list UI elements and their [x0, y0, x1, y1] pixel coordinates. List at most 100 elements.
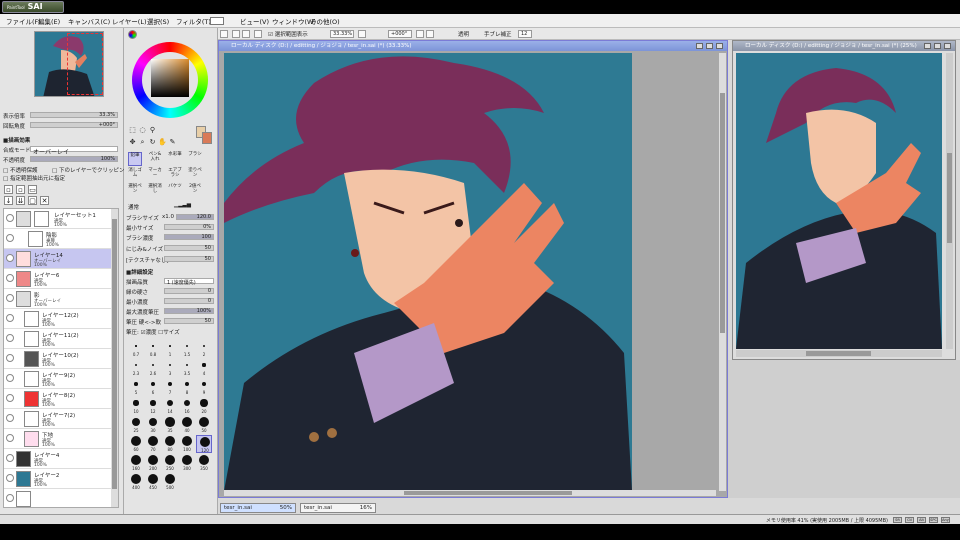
preview-horizontal-scrollbar[interactable] — [736, 350, 942, 357]
layer-row-selected[interactable]: レイヤー14 オーバーレイ 100% — [4, 249, 112, 269]
maximize-icon[interactable] — [706, 43, 713, 49]
navigator-thumbnail[interactable] — [34, 31, 104, 97]
brush-size-preset[interactable]: 500 — [162, 473, 178, 491]
tool-select-pen[interactable]: 選択ペン — [128, 184, 142, 198]
edge-hardness-slider[interactable]: 0 — [164, 288, 214, 294]
brush-size-preset[interactable]: 0.7 — [128, 340, 144, 358]
layer-row[interactable]: レイヤー10(2) 通常 100% — [4, 349, 112, 369]
layer-row[interactable]: レイヤーセット1 通常 100% — [4, 209, 112, 229]
layer-row[interactable]: 下地 通常 100% — [4, 429, 112, 449]
min-size-slider[interactable]: 0% — [164, 224, 214, 230]
layer-row[interactable] — [4, 489, 112, 507]
eye-icon[interactable] — [6, 274, 14, 282]
eye-icon[interactable] — [6, 294, 14, 302]
layer-row[interactable]: レイヤー11(2) 通常 100% — [4, 329, 112, 349]
menu-filter[interactable]: フィルタ(T) — [176, 16, 211, 26]
minimize-icon[interactable] — [696, 43, 703, 49]
brush-size-preset[interactable]: 20 — [196, 397, 212, 415]
tool-brush[interactable]: ブラシ — [188, 152, 202, 166]
menu-view[interactable]: ビュー(V) — [240, 16, 269, 26]
layer-scrollbar[interactable] — [111, 209, 118, 507]
tool-eraser[interactable]: 消しゴム — [128, 168, 142, 182]
delete-layer-icon[interactable]: ✕ — [40, 196, 49, 205]
texture-slider[interactable]: 50 — [164, 256, 214, 262]
opacity-slider[interactable]: 100% — [30, 156, 118, 162]
brush-size-preset[interactable]: 450 — [145, 473, 161, 491]
layer-row[interactable]: レイヤー7(2) 通常 100% — [4, 409, 112, 429]
tool-select-eraser[interactable]: 選択消し — [148, 184, 162, 198]
protect-opacity-checkbox[interactable]: □ 不透明保護 — [3, 166, 37, 174]
brush-size-preset[interactable]: 2 — [196, 340, 212, 358]
tool-fill-pen[interactable]: 塗りペン — [188, 168, 202, 182]
lasso-icon[interactable]: ◌ — [138, 126, 147, 135]
preview-vertical-scrollbar[interactable] — [946, 53, 953, 349]
zoom-out-icon[interactable] — [254, 30, 262, 38]
menu-other[interactable]: その他(O) — [310, 16, 340, 26]
document-tab-active[interactable]: tesr_in.sai 50% — [220, 503, 296, 513]
rotation-dropdown[interactable]: +000° — [388, 30, 412, 38]
brush-size-preset[interactable]: 7 — [162, 378, 178, 396]
pressure-hardness-slider[interactable]: 50 — [164, 318, 214, 324]
eye-icon[interactable] — [6, 314, 14, 322]
eye-icon[interactable] — [6, 494, 14, 502]
magic-wand-icon[interactable]: ⚲ — [148, 126, 157, 135]
brush-size-preset[interactable]: 8 — [179, 378, 195, 396]
tool-watercolor[interactable]: 水彩筆 — [168, 152, 182, 166]
brush-size-preset[interactable]: 120 — [196, 435, 212, 453]
brush-size-preset[interactable]: 3 — [162, 359, 178, 377]
tool-marker[interactable]: マーカー — [148, 168, 162, 182]
zoom-icon[interactable]: ⌕ — [138, 138, 147, 147]
layer-row[interactable]: レイヤー6 通常 100% — [4, 269, 112, 289]
quality-dropdown[interactable]: 1 (速度優先) — [164, 278, 214, 286]
merge-all-icon[interactable]: ⇊ — [16, 196, 25, 205]
saturation-value-square[interactable] — [151, 59, 189, 97]
close-icon[interactable] — [944, 43, 951, 49]
canvas-title[interactable]: ローカル ディスク (D:) / editting / ジョジョ / tesr_… — [219, 41, 727, 51]
brush-size-preset[interactable]: 1 — [162, 340, 178, 358]
eye-icon[interactable] — [6, 474, 14, 482]
brush-size-preset[interactable]: 6 — [145, 378, 161, 396]
brush-size-preset[interactable]: 25 — [128, 416, 144, 434]
brush-size-preset[interactable]: 200 — [145, 454, 161, 472]
eye-icon[interactable] — [6, 334, 14, 342]
zoom-slider[interactable]: 33.3% — [30, 112, 118, 118]
brush-size-preset[interactable]: 2.3 — [128, 359, 144, 377]
menu-layer[interactable]: レイヤー(L) — [112, 16, 147, 26]
brush-size-preset[interactable]: 60 — [128, 435, 144, 453]
layer-row[interactable]: レイヤー4 通常 100% — [4, 449, 112, 469]
layer-row[interactable]: レイヤー2 通常 100% — [4, 469, 112, 489]
eye-icon[interactable] — [6, 234, 14, 242]
deselect-icon[interactable] — [232, 30, 240, 38]
zoom-in-icon[interactable] — [358, 30, 366, 38]
brush-size-preset[interactable]: 50 — [196, 416, 212, 434]
pressure-checkboxes[interactable]: 筆圧: ☑濃度 ☐サイズ — [126, 328, 180, 336]
brush-size-preset[interactable]: 5 — [128, 378, 144, 396]
redo-icon[interactable] — [220, 30, 228, 38]
brush-size-preset[interactable]: 40 — [179, 416, 195, 434]
brush-size-preset[interactable]: 100 — [179, 435, 195, 453]
brush-size-preset[interactable]: 16 — [179, 397, 195, 415]
detail-settings-section[interactable]: ■詳細設定 — [126, 268, 153, 276]
merge-down-icon[interactable]: ↓ — [4, 196, 13, 205]
texture-label[interactable]: [テクスチャなし] — [126, 256, 169, 264]
brush-size-preset[interactable]: 3.5 — [179, 359, 195, 377]
preview-title[interactable]: ローカル ディスク (D:) / editting / ジョジョ / tesr_… — [733, 41, 955, 51]
menu-canvas[interactable]: キャンバス(C) — [68, 16, 110, 26]
brush-size-preset[interactable]: 350 — [196, 454, 212, 472]
tool-pencil[interactable]: 鉛筆 — [128, 152, 142, 166]
brush-size-preset[interactable]: 160 — [128, 454, 144, 472]
minimize-icon[interactable] — [924, 43, 931, 49]
new-layer-icon[interactable]: ▫ — [4, 185, 13, 194]
new-linework-layer-icon[interactable]: ▫ — [16, 185, 25, 194]
brush-size-preset[interactable]: 300 — [179, 454, 195, 472]
rotate-right-icon[interactable] — [426, 30, 434, 38]
blend-mode-dropdown[interactable]: オーバーレイ — [30, 146, 118, 156]
select-rect-icon[interactable]: ⬚ — [128, 126, 137, 135]
preview-canvas[interactable] — [736, 53, 942, 349]
brush-size-preset[interactable]: 400 — [128, 473, 144, 491]
max-density-pressure-slider[interactable]: 100% — [164, 308, 214, 314]
brush-size-preset[interactable]: 2.6 — [145, 359, 161, 377]
new-folder-icon[interactable]: ▭ — [28, 185, 37, 194]
brush-size-preset[interactable]: 0.8 — [145, 340, 161, 358]
menu-edit[interactable]: 編集(E) — [38, 16, 60, 26]
